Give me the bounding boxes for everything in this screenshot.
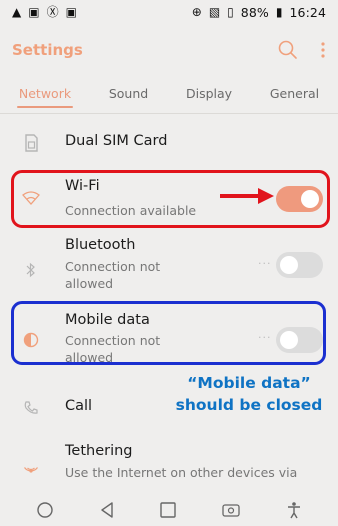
gallery-icon: ▣ bbox=[28, 5, 40, 19]
accessibility-icon: Ⓧ bbox=[46, 5, 59, 19]
row-subtitle: Connection not allowed bbox=[65, 259, 161, 291]
app-header: Settings bbox=[0, 32, 338, 68]
settings-screen: ▲ ▣ Ⓧ ▣ ⊕ ▧ ▯ 88% ▮ 16:24 Settings Netwo… bbox=[0, 0, 338, 526]
row-dual-sim[interactable]: Dual SIM Card bbox=[0, 126, 338, 162]
row-title: Call bbox=[65, 398, 93, 414]
tab-bar: Network Sound Display General bbox=[0, 78, 338, 108]
battery-percent: 88% bbox=[240, 4, 269, 20]
bluetooth-toggle[interactable] bbox=[276, 252, 323, 278]
annotation-note: “Mobile data” should be closed bbox=[160, 372, 338, 416]
status-left: ▲ ▣ Ⓧ ▣ bbox=[12, 6, 77, 18]
back-button-icon[interactable] bbox=[99, 501, 115, 519]
warning-icon: ▲ bbox=[12, 5, 22, 19]
row-subtitle: Use the Internet on other devices via bbox=[65, 465, 298, 480]
row-bluetooth[interactable]: Bluetooth Connection not allowed ··· bbox=[0, 235, 338, 295]
toggle-knob bbox=[280, 256, 298, 274]
data-saver-icon: ⊕ bbox=[191, 5, 202, 19]
annotation-line-1: “Mobile data” bbox=[187, 374, 311, 392]
row-title: Dual SIM Card bbox=[65, 133, 168, 149]
bluetooth-icon bbox=[20, 259, 42, 281]
tab-network[interactable]: Network bbox=[15, 78, 75, 108]
header-actions bbox=[278, 40, 326, 60]
sim-card-icon bbox=[20, 132, 42, 154]
tab-display[interactable]: Display bbox=[182, 78, 236, 108]
clock: 16:24 bbox=[289, 4, 326, 20]
home-button-icon[interactable] bbox=[36, 501, 54, 519]
annotation-line-2: should be closed bbox=[175, 396, 323, 414]
hotspot-icon bbox=[20, 458, 42, 480]
screen-rotate-icon[interactable] bbox=[221, 501, 241, 519]
tab-sound[interactable]: Sound bbox=[105, 78, 152, 108]
mobile-data-highlight-box bbox=[11, 301, 326, 365]
red-arrow-icon bbox=[220, 188, 274, 204]
signal-icon: ▯ bbox=[227, 5, 234, 19]
status-bar: ▲ ▣ Ⓧ ▣ ⊕ ▧ ▯ 88% ▮ 16:24 bbox=[0, 0, 338, 24]
wifi-highlight-box bbox=[11, 170, 330, 228]
page-title: Settings bbox=[12, 41, 83, 59]
battery-icon: ▮ bbox=[275, 5, 283, 19]
tab-divider bbox=[0, 113, 338, 114]
tab-general[interactable]: General bbox=[266, 78, 323, 108]
navigation-bar bbox=[0, 494, 338, 526]
more-dots: ··· bbox=[258, 257, 272, 270]
nfc-icon: ▧ bbox=[208, 5, 221, 19]
row-title: Tethering bbox=[65, 443, 133, 459]
row-title: Bluetooth bbox=[65, 237, 136, 253]
row-tethering[interactable]: Tethering Use the Internet on other devi… bbox=[0, 440, 338, 492]
status-right: ⊕ ▧ ▯ 88% ▮ 16:24 bbox=[192, 5, 326, 20]
search-icon[interactable] bbox=[278, 40, 298, 60]
phone-icon bbox=[20, 397, 42, 419]
notification-icon: ▣ bbox=[65, 5, 77, 19]
recents-button-icon[interactable] bbox=[159, 501, 177, 519]
accessibility-button-icon[interactable] bbox=[286, 501, 302, 519]
more-options-icon[interactable] bbox=[320, 40, 326, 60]
